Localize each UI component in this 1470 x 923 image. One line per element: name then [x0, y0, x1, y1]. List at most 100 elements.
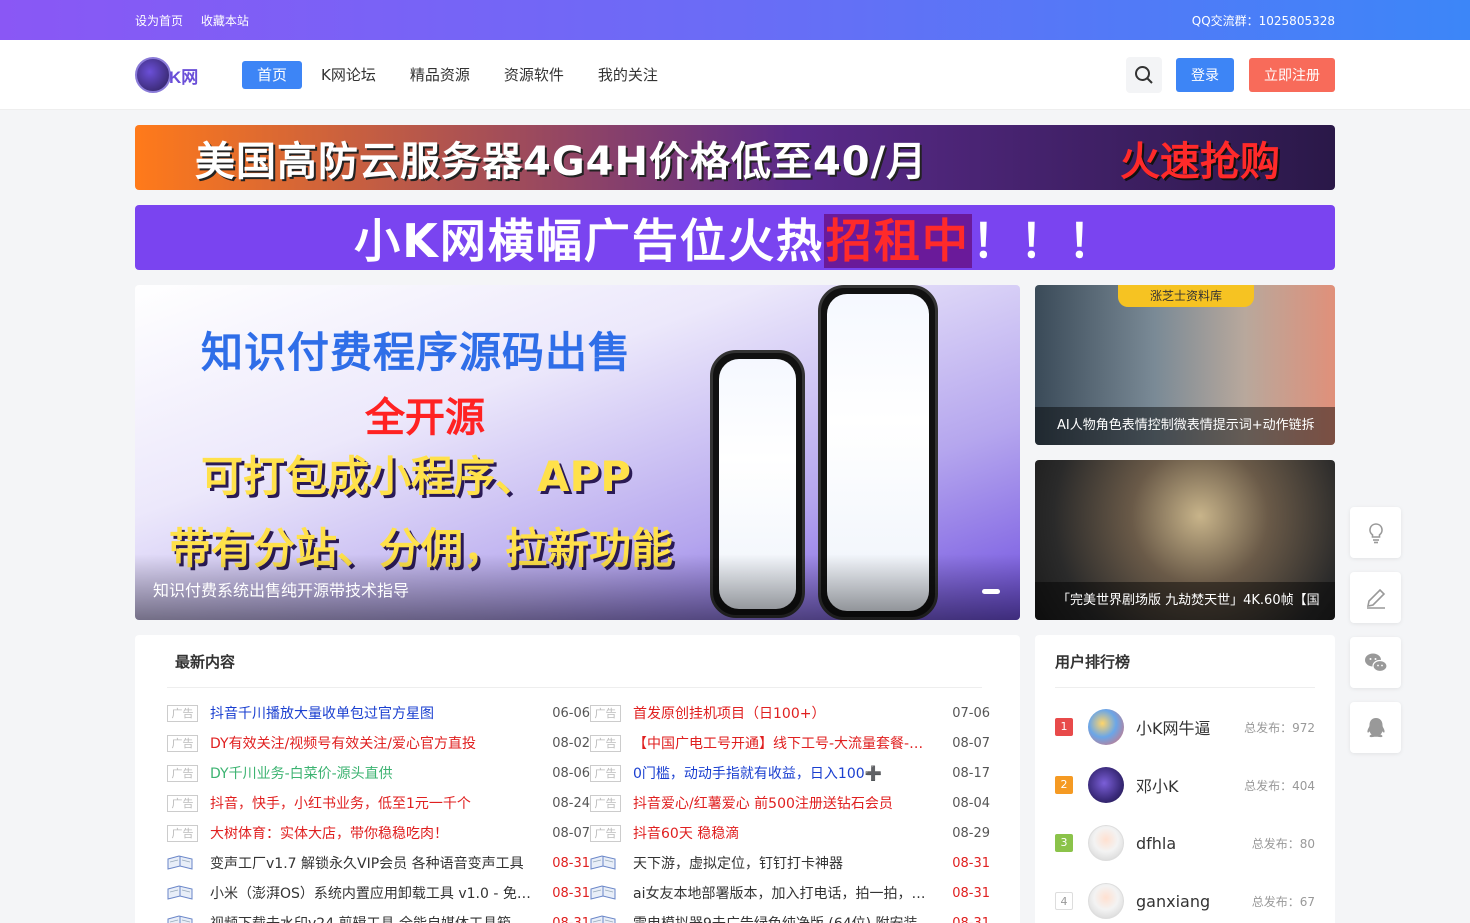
item-title[interactable]: 抖音60天 稳稳滴: [633, 823, 934, 843]
user-name[interactable]: dfhla: [1136, 834, 1252, 853]
ranking-row[interactable]: 2 邓小K 总发布：404: [1055, 756, 1315, 814]
banner-server-cta: 火速抢购: [1120, 138, 1280, 185]
item-title[interactable]: 雷电模拟器9去广告绿色纯净版 (64位) 附安装Magisk: [633, 913, 934, 923]
list-item[interactable]: 广告 抖音千川播放大量收单包过官方星图 06-06: [167, 698, 590, 728]
book-icon: [167, 885, 193, 900]
banner-server-text: 美国高防云服务器4G4H价格低至40/月: [195, 138, 928, 185]
post-type-icon: [590, 885, 621, 902]
avatar[interactable]: [1088, 767, 1124, 803]
post-type-icon: [590, 855, 621, 872]
user-name[interactable]: ganxiang: [1136, 892, 1252, 911]
main-nav: 首页 K网论坛 精品资源 资源软件 我的关注: [242, 61, 677, 89]
nav-item-following[interactable]: 我的关注: [583, 61, 673, 89]
item-title[interactable]: 大树体育：实体大店，带你稳稳吃肉！: [210, 823, 534, 843]
nav-item-forum[interactable]: K网论坛: [306, 61, 391, 89]
item-date: 08-04: [952, 795, 990, 811]
slide-headline-3: 可打包成小程序、APP: [201, 452, 632, 501]
float-wechat-button[interactable]: [1350, 637, 1401, 688]
slider-pagination-dot[interactable]: [982, 589, 1000, 594]
login-button[interactable]: 登录: [1176, 58, 1234, 92]
banner-ad-rent[interactable]: 小K网横幅广告位火热招租中！！！: [135, 205, 1335, 270]
latest-title: 最新内容: [167, 651, 982, 688]
ad-label: 广告: [590, 794, 621, 812]
ad-label: 广告: [590, 734, 621, 752]
side-card-ai-expressions[interactable]: 涨芝士资料库 AI人物角色表情控制微表情提示词+动作链拆: [1035, 285, 1335, 445]
float-post-button[interactable]: [1350, 572, 1401, 623]
header-actions: 登录 立即注册: [1126, 57, 1335, 93]
nav-item-home[interactable]: 首页: [242, 61, 303, 89]
list-item[interactable]: 小米（澎湃OS）系统内置应用卸载工具 v1.0 - 免费开源 08-31: [167, 878, 590, 908]
ad-label: 广告: [167, 794, 198, 812]
top-links: 设为首页 收藏本站: [135, 12, 263, 29]
item-title[interactable]: 视频下载去水印v24 剪辑工具 全能自媒体工具箱合集: [210, 913, 534, 923]
list-item[interactable]: 广告 抖音爱心/红薯爱心 前500注册送钻石会员 08-04: [590, 788, 990, 818]
rank-number: 4: [1055, 892, 1073, 910]
item-title[interactable]: DY千川业务-白菜价-源头直供: [210, 763, 534, 783]
user-name[interactable]: 邓小K: [1136, 773, 1244, 797]
float-qq-button[interactable]: [1350, 702, 1401, 753]
float-tip-button[interactable]: [1350, 507, 1401, 558]
item-title[interactable]: 【中国广电工号开通】线下工号-大流量套餐-可选号码: [633, 733, 934, 753]
side-card-perfect-world[interactable]: 「完美世界剧场版 九劫焚天世」4K.60帧【国: [1035, 460, 1335, 620]
list-item[interactable]: 广告 【中国广电工号开通】线下工号-大流量套餐-可选号码 08-07: [590, 728, 990, 758]
list-item[interactable]: 天下游，虚拟定位，钉钉打卡神器 08-31: [590, 848, 990, 878]
bookmark-link[interactable]: 收藏本站: [201, 14, 249, 28]
list-item[interactable]: 广告 DY千川业务-白菜价-源头直供 08-06: [167, 758, 590, 788]
hero-slider[interactable]: 知识付费程序源码出售 全开源 可打包成小程序、APP 带有分站、分佣，拉新功能 …: [135, 285, 1020, 620]
list-item[interactable]: 广告 DY有效关注/视频号有效关注/爱心官方直投 08-02: [167, 728, 590, 758]
user-ranking-panel: 用户排行榜 1 小K网牛逼 总发布：972 2 邓小K 总发布：404 3 dfhla 总发布：…: [1035, 635, 1335, 923]
list-item[interactable]: 视频下载去水印v24 剪辑工具 全能自媒体工具箱合集 08-31: [167, 908, 590, 923]
post-type-icon: [167, 915, 198, 923]
book-icon: [590, 855, 616, 870]
avatar[interactable]: [1088, 825, 1124, 861]
item-title[interactable]: ai女友本地部署版本，加入打电话，拍一拍，人设定制: [633, 883, 934, 903]
list-item[interactable]: 广告 大树体育：实体大店，带你稳稳吃肉！ 08-07: [167, 818, 590, 848]
item-title[interactable]: DY有效关注/视频号有效关注/爱心官方直投: [210, 733, 534, 753]
list-item[interactable]: 广告 0门槛，动动手指就有收益，日入100➕ 08-17: [590, 758, 990, 788]
nav-item-software[interactable]: 资源软件: [489, 61, 579, 89]
item-date: 08-31: [952, 915, 990, 923]
logo-text: K网: [169, 67, 199, 87]
list-item[interactable]: 雷电模拟器9去广告绿色纯净版 (64位) 附安装Magisk 08-31: [590, 908, 990, 923]
ad-label: 广告: [167, 704, 198, 722]
ranking-list: 1 小K网牛逼 总发布：972 2 邓小K 总发布：404 3 dfhla 总发布：80 4 gan…: [1055, 698, 1315, 923]
lightbulb-icon: [1368, 522, 1383, 543]
banner-ad-server[interactable]: 美国高防云服务器4G4H价格低至40/月 火速抢购: [135, 125, 1335, 190]
set-home-link[interactable]: 设为首页: [135, 14, 183, 28]
register-button[interactable]: 立即注册: [1249, 58, 1335, 92]
item-title[interactable]: 首发原创挂机项目（日100+）: [633, 703, 934, 723]
ranking-row[interactable]: 3 dfhla 总发布：80: [1055, 814, 1315, 872]
list-item[interactable]: ai女友本地部署版本，加入打电话，拍一拍，人设定制 08-31: [590, 878, 990, 908]
avatar[interactable]: [1088, 883, 1124, 919]
item-title[interactable]: 抖音千川播放大量收单包过官方星图: [210, 703, 534, 723]
latest-content-panel: 最新内容 广告 抖音千川播放大量收单包过官方星图 06-06 广告 DY有效关注/视频号…: [135, 635, 1020, 923]
user-name[interactable]: 小K网牛逼: [1136, 715, 1244, 739]
item-title[interactable]: 0门槛，动动手指就有收益，日入100➕: [633, 763, 934, 783]
site-logo[interactable]: K网: [135, 55, 203, 95]
side-card-caption: 「完美世界剧场版 九劫焚天世」4K.60帧【国: [1035, 582, 1335, 620]
item-title[interactable]: 抖音，快手，小红书业务，低至1元一千个: [210, 793, 534, 813]
post-count: 总发布：80: [1251, 836, 1315, 851]
ad-label: 广告: [167, 764, 198, 782]
avatar[interactable]: [1088, 709, 1124, 745]
nav-item-premium[interactable]: 精品资源: [395, 61, 485, 89]
post-count: 总发布：972: [1244, 720, 1315, 735]
slide-headline-2: 全开源: [365, 395, 485, 441]
book-icon: [167, 855, 193, 870]
item-date: 07-06: [952, 705, 990, 721]
list-item[interactable]: 广告 抖音，快手，小红书业务，低至1元一千个 08-24: [167, 788, 590, 818]
ranking-row[interactable]: 1 小K网牛逼 总发布：972: [1055, 698, 1315, 756]
book-icon: [590, 915, 616, 923]
search-button[interactable]: [1126, 57, 1162, 93]
list-item[interactable]: 广告 首发原创挂机项目（日100+） 07-06: [590, 698, 990, 728]
rank-number: 3: [1055, 834, 1073, 852]
item-title[interactable]: 变声工厂v1.7 解锁永久VIP会员 各种语音变声工具: [210, 853, 534, 873]
ranking-row[interactable]: 4 ganxiang 总发布：67: [1055, 872, 1315, 923]
item-title[interactable]: 小米（澎湃OS）系统内置应用卸载工具 v1.0 - 免费开源: [210, 883, 534, 903]
list-item[interactable]: 变声工厂v1.7 解锁永久VIP会员 各种语音变声工具 08-31: [167, 848, 590, 878]
slide-caption-bar: 知识付费系统出售纯开源带技术指导: [135, 554, 1020, 620]
item-title[interactable]: 抖音爱心/红薯爱心 前500注册送钻石会员: [633, 793, 934, 813]
ad-label: 广告: [167, 824, 198, 842]
item-title[interactable]: 天下游，虚拟定位，钉钉打卡神器: [633, 853, 934, 873]
list-item[interactable]: 广告 抖音60天 稳稳滴 08-29: [590, 818, 990, 848]
